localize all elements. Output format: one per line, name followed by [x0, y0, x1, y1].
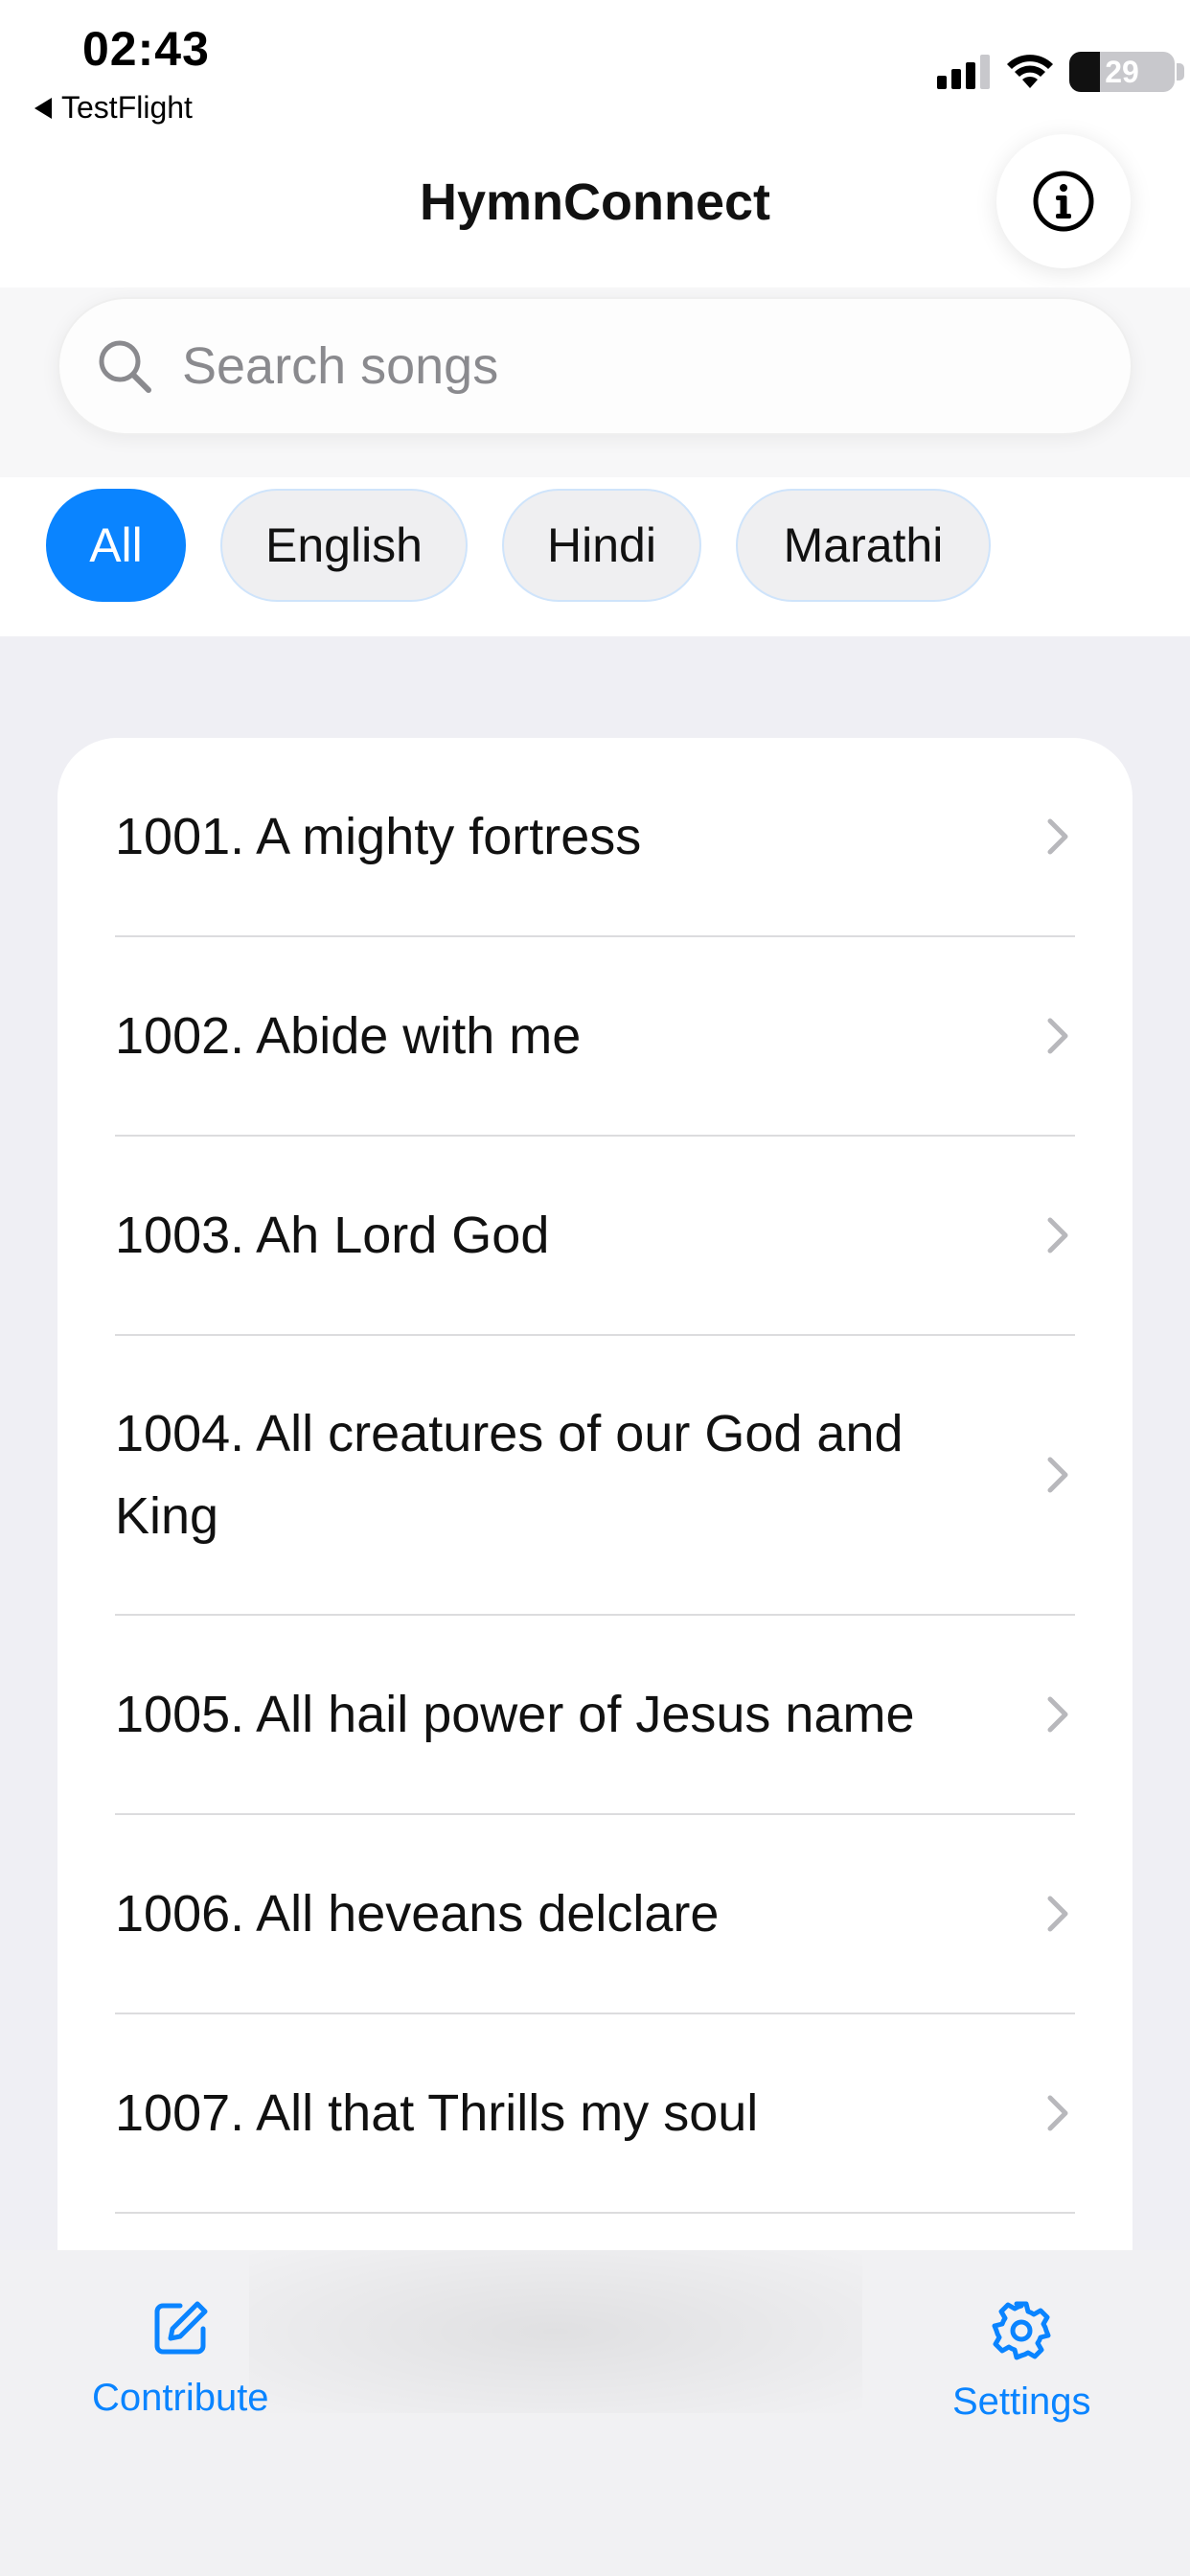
search-section: [0, 288, 1190, 477]
chevron-right-icon: [1047, 1896, 1068, 1932]
battery-level: 29: [1105, 55, 1139, 89]
chevron-right-icon: [1047, 2095, 1068, 2131]
song-row[interactable]: 1005. All hail power of Jesus name: [115, 1616, 1075, 1815]
search-icon: [99, 340, 151, 393]
song-title: 1007. All that Thrills my soul: [115, 2084, 759, 2142]
tab-contribute[interactable]: Contribute: [92, 2300, 269, 2420]
song-title: 1001. A mighty fortress: [115, 808, 642, 865]
battery-icon: 29: [1069, 50, 1184, 94]
status-bar: 02:43 TestFlight 29: [0, 0, 1190, 134]
song-list: 1001. A mighty fortress 1002. Abide with…: [57, 738, 1133, 2271]
status-time: 02:43: [82, 22, 210, 76]
status-icons: 29: [937, 50, 1184, 94]
chevron-right-icon: [1047, 818, 1068, 855]
filter-chip-english[interactable]: English: [220, 489, 468, 602]
song-title: 1003. Ah Lord God: [115, 1207, 550, 1264]
song-row[interactable]: 1004. All creatures of our God and King: [115, 1336, 1075, 1616]
back-arrow-icon: [34, 97, 52, 119]
back-to-app-link[interactable]: TestFlight: [34, 90, 193, 126]
song-row[interactable]: 1006. All heveans delclare: [115, 1815, 1075, 2014]
search-bar[interactable]: [57, 297, 1133, 435]
search-input[interactable]: [180, 335, 1042, 397]
language-filter-bar: All English Hindi Marathi: [0, 477, 1190, 636]
navigation-header: HymnConnect: [0, 134, 1190, 295]
chevron-right-icon: [1047, 1696, 1068, 1733]
chevron-right-icon: [1047, 1217, 1068, 1254]
tab-bar: Contribute Settings: [0, 2250, 1190, 2576]
edit-icon: [154, 2301, 208, 2355]
song-title: 1005. All hail power of Jesus name: [115, 1686, 915, 1743]
song-title: 1004. All creatures of our God and King: [115, 1405, 904, 1545]
tab-settings-label: Settings: [952, 2380, 1091, 2423]
info-icon: [1033, 171, 1094, 232]
tab-settings[interactable]: Settings: [952, 2300, 1091, 2424]
cellular-signal-icon: [937, 55, 990, 89]
info-button[interactable]: [996, 134, 1131, 268]
chevron-right-icon: [1047, 1018, 1068, 1054]
song-row[interactable]: 1007. All that Thrills my soul: [115, 2014, 1075, 2214]
song-row[interactable]: 1001. A mighty fortress: [115, 738, 1075, 937]
gear-icon: [992, 2301, 1051, 2360]
filter-chip-hindi[interactable]: Hindi: [502, 489, 701, 602]
song-title: 1002. Abide with me: [115, 1007, 582, 1065]
wifi-icon: [1007, 55, 1053, 88]
song-title: 1006. All heveans delclare: [115, 1885, 720, 1943]
filter-chip-all[interactable]: All: [46, 489, 186, 602]
song-row[interactable]: 1003. Ah Lord God: [115, 1137, 1075, 1336]
tab-contribute-label: Contribute: [92, 2377, 269, 2419]
filter-chip-marathi[interactable]: Marathi: [736, 489, 991, 602]
back-app-label: TestFlight: [61, 90, 193, 125]
chevron-right-icon: [1047, 1457, 1068, 1493]
song-row[interactable]: 1002. Abide with me: [115, 937, 1075, 1137]
